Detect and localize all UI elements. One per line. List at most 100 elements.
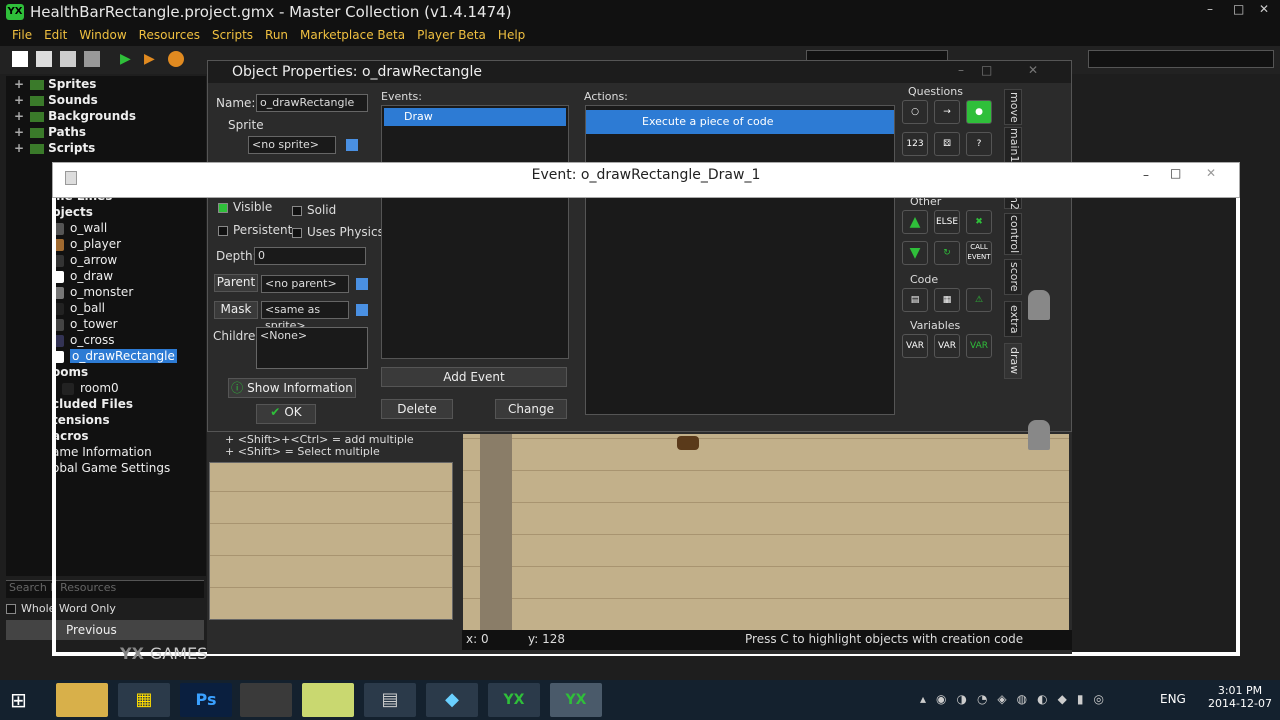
parent-field[interactable]: <no parent> — [261, 275, 349, 293]
ok-button[interactable]: ✔ OK — [256, 404, 316, 424]
tree-object-o-wall[interactable]: o_wall — [52, 221, 107, 235]
exit-event-icon[interactable]: ✖ — [966, 210, 992, 234]
tree-folder-included[interactable]: cluded Files — [52, 397, 133, 411]
change-event-button[interactable]: Change — [495, 399, 567, 419]
tree-folder-scripts[interactable]: + Scripts — [14, 141, 95, 155]
close-icon[interactable]: ✕ — [1028, 63, 1038, 77]
windows-start-icon[interactable]: ⊞ — [10, 688, 38, 712]
gamemaker-active-task-icon[interactable]: YX — [550, 683, 602, 717]
tab-score[interactable]: score — [1004, 259, 1022, 295]
test-chance-icon[interactable]: ⚄ — [934, 132, 960, 156]
repeat-icon[interactable]: ↻ — [934, 241, 960, 265]
new-file-icon[interactable] — [12, 51, 28, 67]
check-empty-icon[interactable]: ○ — [902, 100, 928, 124]
gamemaker-task-icon[interactable]: YX — [488, 683, 540, 717]
draw-variable-icon[interactable]: VAR — [966, 334, 992, 358]
menu-resources[interactable]: Resources — [139, 28, 200, 42]
notepad-icon[interactable]: ◆ — [426, 683, 478, 717]
execute-code-icon[interactable]: ▤ — [902, 288, 928, 312]
sprite-menu-icon[interactable] — [346, 139, 358, 151]
monster-sprite[interactable] — [1028, 290, 1050, 320]
tab-extra[interactable]: extra — [1004, 301, 1022, 337]
tree-room-room0[interactable]: room0 — [62, 381, 119, 395]
tab-draw[interactable]: draw — [1004, 343, 1022, 379]
tree-folder-backgrounds[interactable]: + Backgrounds — [14, 109, 136, 123]
visible-checkbox[interactable]: Visible — [218, 200, 272, 214]
menu-run[interactable]: Run — [265, 28, 288, 42]
recorder-icon[interactable] — [240, 683, 292, 717]
debug-icon[interactable]: ▶ — [144, 51, 160, 67]
minimize-icon[interactable]: – — [1207, 2, 1213, 16]
check-collision-icon[interactable]: → — [934, 100, 960, 124]
run-icon[interactable]: ▶ — [120, 51, 136, 67]
mask-field[interactable]: <same as sprite> — [261, 301, 349, 332]
room-minimap[interactable] — [209, 462, 453, 620]
menu-player[interactable]: Player Beta — [417, 28, 486, 42]
config-input[interactable] — [1088, 50, 1274, 68]
set-variable-icon[interactable]: VAR — [902, 334, 928, 358]
tree-object-o-draw[interactable]: o_draw — [52, 269, 113, 283]
menu-file[interactable]: File — [12, 28, 32, 42]
maximize-icon[interactable]: □ — [981, 63, 992, 77]
start-block-icon[interactable]: ▲ — [902, 210, 928, 234]
tab-control[interactable]: control — [1004, 213, 1022, 255]
physics-checkbox[interactable]: Uses Physics — [292, 225, 384, 239]
add-event-button[interactable]: Add Event — [381, 367, 567, 387]
previous-button[interactable]: Previous — [6, 620, 204, 640]
explorer-icon[interactable] — [56, 683, 108, 717]
show-information-button[interactable]: ⓘ Show Information — [228, 378, 356, 398]
resource-search-input[interactable]: Search F Resources — [6, 580, 204, 598]
persistent-checkbox[interactable]: Persistent — [218, 223, 292, 237]
player-sprite[interactable] — [677, 436, 699, 450]
children-list[interactable]: <None> — [256, 327, 368, 369]
close-icon[interactable]: ✕ — [1206, 166, 1216, 180]
check-question-icon[interactable]: ? — [966, 132, 992, 156]
mask-button[interactable]: Mask — [214, 301, 258, 319]
menu-window[interactable]: Window — [79, 28, 126, 42]
tree-object-o-ball[interactable]: o_ball — [52, 301, 105, 315]
tree-object-o-drawrectangle[interactable]: o_drawRectangle — [52, 349, 177, 363]
tab-move[interactable]: move — [1004, 89, 1022, 125]
tree-game-information[interactable]: ame Information — [52, 445, 152, 459]
tab-main1[interactable]: main1 — [1004, 127, 1022, 163]
minimize-icon[interactable]: – — [958, 63, 964, 77]
menu-help[interactable]: Help — [498, 28, 525, 42]
tree-folder-macros[interactable]: acros — [52, 429, 89, 443]
close-icon[interactable]: ✕ — [1259, 2, 1269, 16]
stop-icon[interactable] — [168, 51, 184, 67]
solid-checkbox[interactable]: Solid — [292, 203, 336, 217]
execute-script-icon[interactable]: ▦ — [934, 288, 960, 312]
delete-event-button[interactable]: Delete — [381, 399, 453, 419]
whole-word-checkbox[interactable]: Whole Word Only — [6, 602, 204, 618]
comment-icon[interactable]: ⚠ — [966, 288, 992, 312]
tree-object-o-cross[interactable]: o_cross — [52, 333, 114, 347]
tree-object-o-player[interactable]: o_player — [52, 237, 121, 251]
parent-button[interactable]: Parent — [214, 274, 258, 292]
check-object-icon[interactable]: ● — [966, 100, 992, 124]
tree-object-o-monster[interactable]: o_monster — [52, 285, 133, 299]
menu-edit[interactable]: Edit — [44, 28, 67, 42]
menu-scripts[interactable]: Scripts — [212, 28, 253, 42]
name-field[interactable]: o_drawRectangle — [256, 94, 368, 112]
language-indicator[interactable]: ENG — [1160, 692, 1186, 706]
test-instance-count-icon[interactable]: 123 — [902, 132, 928, 156]
tree-folder-extensions[interactable]: tensions — [52, 413, 110, 427]
save-icon[interactable] — [60, 51, 76, 67]
action-execute-code[interactable]: Execute a piece of code — [586, 110, 894, 134]
sprite-field[interactable]: <no sprite> — [248, 136, 336, 154]
test-variable-icon[interactable]: VAR — [934, 334, 960, 358]
tree-object-o-arrow[interactable]: o_arrow — [52, 253, 117, 267]
export-icon[interactable] — [84, 51, 100, 67]
maximize-icon[interactable]: □ — [1170, 166, 1181, 180]
tree-folder-paths[interactable]: + Paths — [14, 125, 86, 139]
monster-sprite[interactable] — [1028, 420, 1050, 450]
tree-folder-objects[interactable]: bjects — [52, 205, 93, 219]
call-event-icon[interactable]: CALL EVENT — [966, 241, 992, 265]
maximize-icon[interactable]: □ — [1233, 2, 1244, 16]
mask-menu-icon[interactable] — [356, 304, 368, 316]
tree-global-settings[interactable]: obal Game Settings — [52, 461, 170, 475]
sticky-notes-icon[interactable] — [302, 683, 354, 717]
tree-object-o-tower[interactable]: o_tower — [52, 317, 118, 331]
system-tray-icons[interactable]: ▴◉◑◔◈◍◐◆▮◎ — [920, 692, 1150, 708]
tree-folder-sounds[interactable]: + Sounds — [14, 93, 98, 107]
